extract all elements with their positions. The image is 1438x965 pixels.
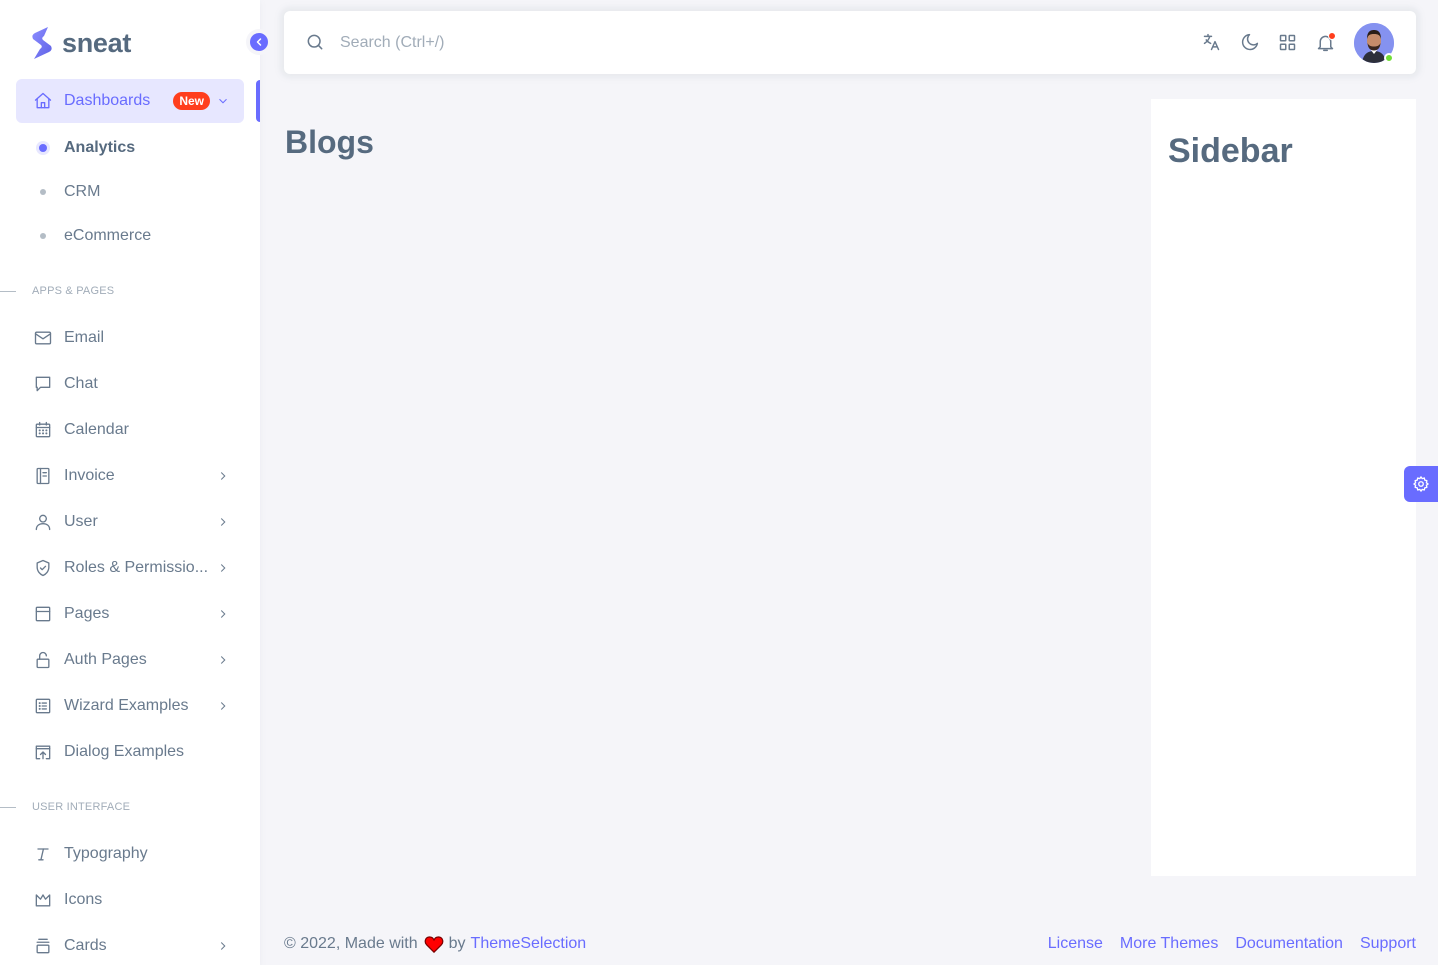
moon-icon[interactable]	[1238, 32, 1260, 54]
sidebar-item-dashboards[interactable]: Dashboards New	[16, 79, 244, 123]
sidebar-item-auth-pages[interactable]: Auth Pages	[16, 638, 244, 682]
footer-copyright: © 2022, Made with	[284, 935, 418, 952]
menu-header-apps: APPS & PAGES	[0, 281, 260, 301]
invoice-icon	[32, 465, 54, 487]
page-title: Blogs	[285, 124, 374, 160]
sidebar-item-label: User	[64, 513, 98, 530]
brand-logo-icon	[32, 27, 52, 59]
sidebar-item-label: Wizard Examples	[64, 697, 189, 714]
footer: © 2022, Made with by ThemeSelection Lice…	[284, 932, 1416, 956]
chevron-right-icon	[216, 699, 230, 713]
sidebar-item-label: Roles & Permissio...	[64, 559, 209, 576]
chevron-right-icon	[216, 607, 230, 621]
sidebar-item-icons[interactable]: Icons	[16, 878, 244, 922]
sidebar-item-label: Typography	[64, 845, 148, 862]
chevron-right-icon	[216, 469, 230, 483]
chevron-left-icon	[256, 38, 262, 46]
footer-link-more-themes[interactable]: More Themes	[1120, 935, 1218, 953]
calendar-icon	[32, 419, 54, 441]
home-icon	[32, 90, 54, 112]
typography-icon	[32, 843, 54, 865]
avatar[interactable]	[1354, 22, 1394, 63]
sidebar-item-label: Email	[64, 329, 105, 346]
pages-icon	[32, 603, 54, 625]
sidebar-subitem-label: eCommerce	[64, 227, 152, 244]
bell-icon[interactable]	[1314, 31, 1336, 54]
menu-header-ui: USER INTERFACE	[0, 797, 260, 817]
divider	[0, 806, 16, 808]
sidebar-item-label: Invoice	[64, 467, 115, 484]
search-input[interactable]	[340, 33, 940, 52]
cards-icon	[32, 935, 54, 957]
lock-icon	[32, 649, 54, 671]
footer-link-license[interactable]: License	[1048, 935, 1103, 953]
sidebar-item-pages[interactable]: Pages	[16, 592, 244, 636]
menu-header-label: APPS & PAGES	[32, 285, 115, 297]
brand[interactable]: sneat	[30, 26, 131, 60]
footer-by: by	[448, 935, 466, 952]
sidebar-item-label: Auth Pages	[64, 651, 147, 668]
sidebar-item-user[interactable]: User	[16, 500, 244, 544]
sidebar-subitem-analytics[interactable]: Analytics	[16, 128, 244, 168]
shield-icon	[32, 557, 54, 579]
sidebar-subitem-ecommerce[interactable]: eCommerce	[16, 216, 244, 256]
footer-links: License More Themes Documentation Suppor…	[1031, 935, 1416, 953]
sidebar-item-label: Pages	[64, 605, 110, 622]
right-sidebar-panel: Sidebar	[1151, 99, 1416, 876]
sidebar-item-roles-permissions[interactable]: Roles & Permissio...	[16, 546, 244, 590]
chevron-right-icon	[216, 515, 230, 529]
sidebar-subitem-label: Analytics	[64, 139, 136, 156]
gear-icon	[1413, 476, 1429, 492]
bullet-icon	[39, 144, 47, 152]
navbar-actions	[1184, 11, 1394, 74]
sidebar-item-dialog-examples[interactable]: Dialog Examples	[16, 730, 244, 774]
sidebar-subitem-label: CRM	[64, 183, 101, 200]
sidebar-item-chat[interactable]: Chat	[16, 362, 244, 406]
chevron-down-icon	[216, 94, 230, 108]
sidebar-item-label: Calendar	[64, 421, 129, 438]
heart-icon	[424, 936, 443, 953]
sidebar-item-calendar[interactable]: Calendar	[16, 408, 244, 452]
bullet-icon	[40, 189, 46, 195]
crown-icon	[32, 889, 54, 911]
chat-icon	[32, 373, 54, 395]
sidebar-item-label: Dialog Examples	[64, 743, 185, 760]
bullet-icon	[40, 233, 46, 239]
brand-name: sneat	[62, 27, 132, 58]
new-badge: New	[173, 92, 210, 110]
footer-author-link[interactable]: ThemeSelection	[471, 935, 587, 953]
mail-icon	[32, 327, 54, 349]
sidebar-item-email[interactable]: Email	[16, 316, 244, 360]
notification-badge	[1328, 31, 1336, 40]
user-icon	[32, 511, 54, 533]
online-status-indicator	[1384, 52, 1394, 63]
search-icon[interactable]	[305, 32, 327, 54]
sidebar: sneat Dashboards New Analytics CRM eComm…	[0, 0, 260, 965]
sidebar-item-cards[interactable]: Cards	[16, 924, 244, 965]
sidebar-item-typography[interactable]: Typography	[16, 832, 244, 876]
translate-icon[interactable]	[1200, 32, 1222, 54]
right-sidebar-title: Sidebar	[1168, 132, 1293, 170]
divider	[0, 290, 16, 292]
sidebar-item-label: Cards	[64, 937, 107, 954]
sidebar-item-label: Icons	[64, 891, 103, 908]
theme-customizer-button[interactable]	[1404, 466, 1438, 502]
navbar	[284, 11, 1416, 74]
sidebar-item-label: Dashboards	[64, 92, 151, 109]
sidebar-item-wizard-examples[interactable]: Wizard Examples	[16, 684, 244, 728]
sidebar-collapse-button[interactable]	[246, 29, 272, 55]
footer-link-support[interactable]: Support	[1360, 935, 1416, 953]
chevron-right-icon	[216, 561, 230, 575]
sidebar-item-label: Chat	[64, 375, 98, 392]
sidebar-subitem-crm[interactable]: CRM	[16, 172, 244, 212]
active-indicator	[256, 80, 260, 122]
sidebar-item-invoice[interactable]: Invoice	[16, 454, 244, 498]
grid-icon[interactable]	[1276, 32, 1298, 54]
dialog-icon	[32, 741, 54, 763]
chevron-right-icon	[216, 939, 230, 953]
chevron-right-icon	[216, 653, 230, 667]
wizard-icon	[32, 695, 54, 717]
footer-link-documentation[interactable]: Documentation	[1235, 935, 1343, 953]
menu-header-label: USER INTERFACE	[32, 801, 131, 813]
